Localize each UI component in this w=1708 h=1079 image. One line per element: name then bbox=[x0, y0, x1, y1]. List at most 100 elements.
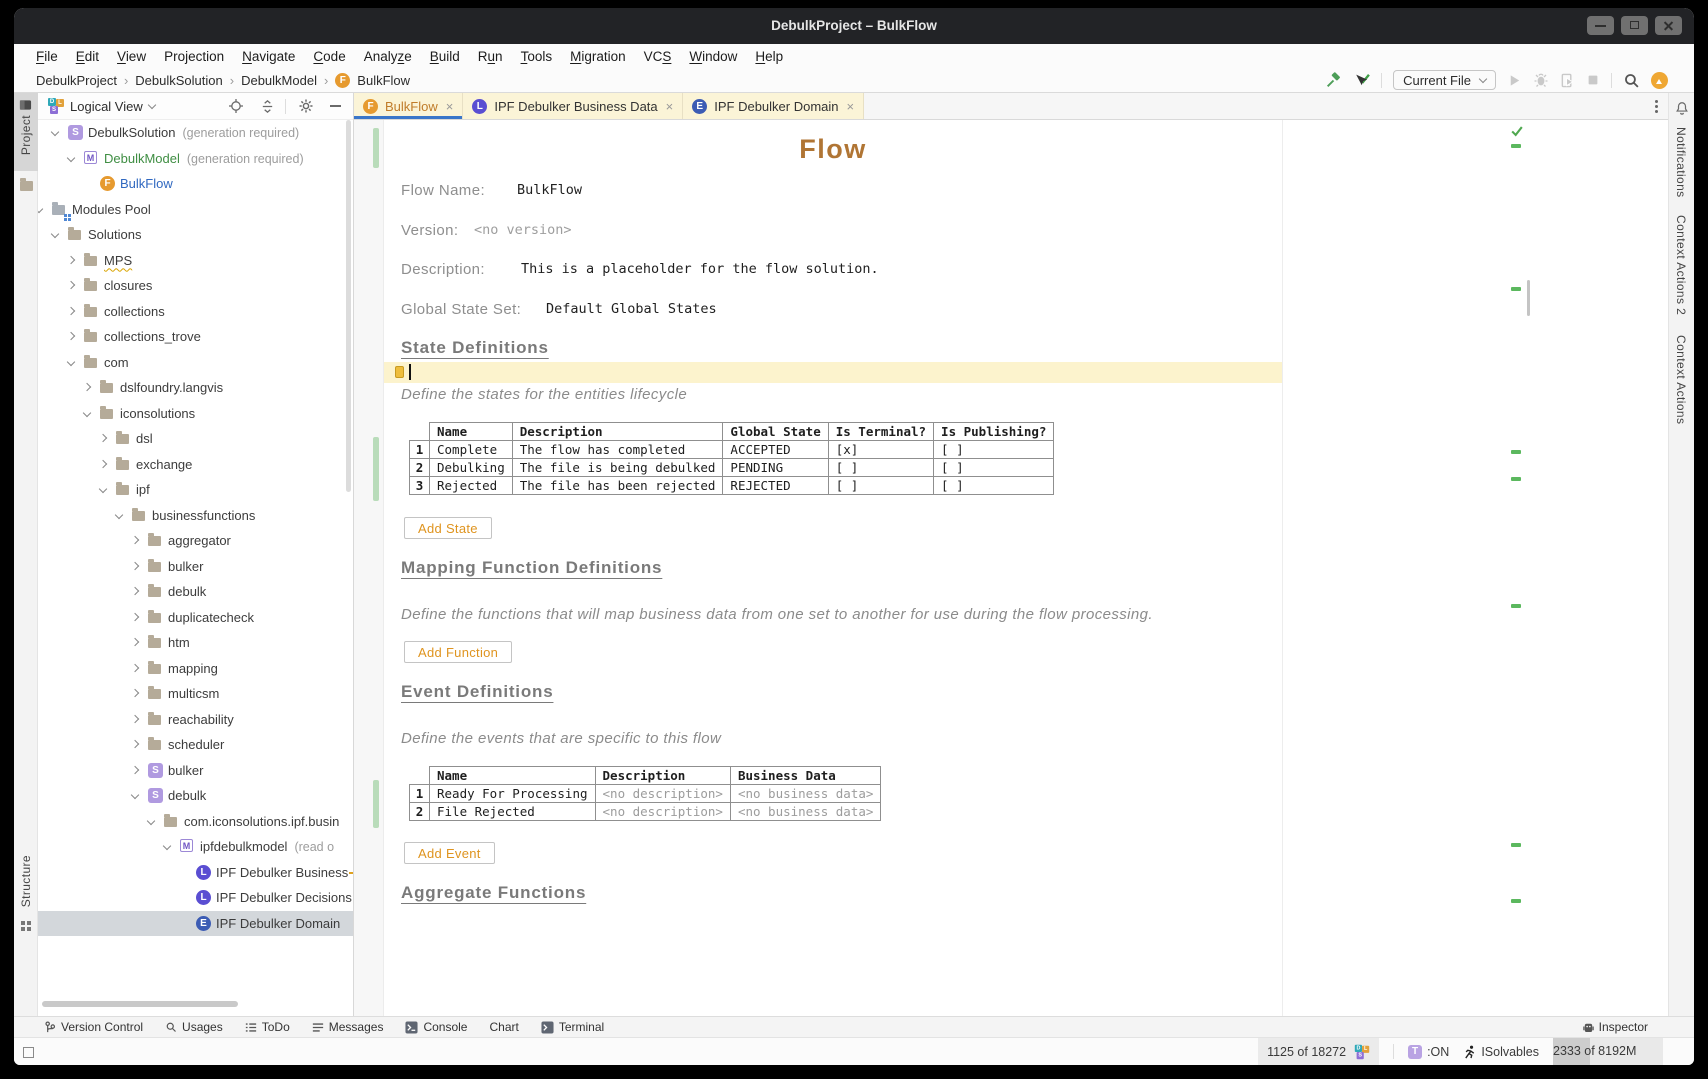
tree-item-debulk[interactable]: debulk bbox=[38, 579, 353, 605]
tree-item-businessfunctions[interactable]: businessfunctions bbox=[38, 503, 353, 529]
tree-item-mps[interactable]: MPS bbox=[38, 248, 353, 274]
stripe-mark[interactable] bbox=[1511, 477, 1521, 481]
chevron-right-icon[interactable] bbox=[131, 536, 139, 544]
cell[interactable]: Debulking bbox=[430, 459, 513, 477]
debug-icon[interactable] bbox=[1533, 72, 1549, 88]
tree-item-bulkflow[interactable]: FBulkFlow bbox=[38, 171, 353, 197]
chevron-right-icon[interactable] bbox=[67, 306, 75, 314]
close-icon[interactable]: × bbox=[666, 99, 674, 114]
stripe-mark[interactable] bbox=[1511, 450, 1521, 454]
chevron-right-icon[interactable] bbox=[67, 332, 75, 340]
hide-panel-icon[interactable] bbox=[330, 105, 341, 107]
chevron-right-icon[interactable] bbox=[67, 255, 75, 263]
chevron-down-icon[interactable] bbox=[51, 128, 59, 136]
tree-item-debulkmodel[interactable]: MDebulkModel(generation required) bbox=[38, 146, 353, 172]
structure-strip-label[interactable]: Structure bbox=[19, 855, 33, 907]
build-hammer-icon[interactable] bbox=[1325, 72, 1342, 89]
chevron-right-icon[interactable] bbox=[83, 383, 91, 391]
maximize-button[interactable] bbox=[1621, 16, 1648, 35]
project-strip-label[interactable]: Project bbox=[19, 115, 33, 155]
cell[interactable]: The file is being debulked bbox=[512, 459, 723, 477]
tab-ipf-debulker-domain[interactable]: EIPF Debulker Domain× bbox=[683, 93, 864, 119]
tree-item-mapping[interactable]: mapping bbox=[38, 656, 353, 682]
close-icon[interactable]: × bbox=[446, 99, 454, 114]
cell[interactable]: Complete bbox=[430, 441, 513, 459]
cell[interactable]: Rejected bbox=[430, 477, 513, 495]
menu-edit[interactable]: Edit bbox=[76, 49, 99, 64]
tree-item-aggregator[interactable]: aggregator bbox=[38, 528, 353, 554]
tree-item-ipf-debulker-domain[interactable]: EIPF Debulker Domain bbox=[38, 911, 353, 937]
bell-icon[interactable] bbox=[1675, 101, 1689, 115]
tree-item-htm[interactable]: htm bbox=[38, 630, 353, 656]
tree-item-debulksolution[interactable]: SDebulkSolution(generation required) bbox=[38, 120, 353, 146]
menu-view[interactable]: View bbox=[117, 49, 146, 64]
tree-item-iconsolutions[interactable]: iconsolutions bbox=[38, 401, 353, 427]
tree-item-closures[interactable]: closures bbox=[38, 273, 353, 299]
stop-icon[interactable] bbox=[1586, 73, 1600, 87]
chevron-down-icon[interactable] bbox=[131, 791, 139, 799]
memory-indicator[interactable]: 2333 of 8192M bbox=[1553, 1038, 1663, 1065]
breadcrumb-bulkflow[interactable]: BulkFlow bbox=[357, 73, 410, 88]
tree-item-modules-pool[interactable]: Modules Pool bbox=[38, 197, 353, 223]
menu-code[interactable]: Code bbox=[313, 49, 345, 64]
cell[interactable]: REJECTED bbox=[723, 477, 828, 495]
tool-button-inspector[interactable]: Inspector bbox=[1583, 1020, 1648, 1034]
run-configuration-select[interactable]: Current File bbox=[1393, 70, 1496, 90]
tree-item-dsl[interactable]: dsl bbox=[38, 426, 353, 452]
tree-item-collections[interactable]: collections bbox=[38, 299, 353, 325]
event-definitions-heading[interactable]: Event Definitions bbox=[401, 682, 553, 702]
tree-item-debulk[interactable]: Sdebulk bbox=[38, 783, 353, 809]
cell[interactable]: The flow has completed bbox=[512, 441, 723, 459]
close-button[interactable] bbox=[1655, 16, 1682, 35]
breadcrumb-debulkmodel[interactable]: DebulkModel bbox=[241, 73, 317, 88]
tree-item-ipf-debulker-decisions[interactable]: LIPF Debulker Decisions bbox=[38, 885, 353, 911]
tool-button-version-control[interactable]: Version Control bbox=[44, 1020, 143, 1034]
tree-vertical-scrollbar[interactable] bbox=[346, 120, 351, 492]
stripe-mark[interactable] bbox=[1511, 287, 1521, 291]
flow-title[interactable]: Flow bbox=[384, 134, 1282, 165]
tool-button-usages[interactable]: Usages bbox=[165, 1020, 223, 1034]
close-icon[interactable]: × bbox=[847, 99, 855, 114]
cell[interactable]: [ ] bbox=[828, 477, 933, 495]
cell[interactable]: [ ] bbox=[934, 441, 1054, 459]
chevron-right-icon[interactable] bbox=[67, 281, 75, 289]
menu-window[interactable]: Window bbox=[689, 49, 737, 64]
description-value[interactable]: This is a placeholder for the flow solut… bbox=[521, 261, 879, 277]
tab-bulkflow[interactable]: FBulkFlow× bbox=[354, 93, 463, 119]
tree-item-collections-trove[interactable]: collections_trove bbox=[38, 324, 353, 350]
chevron-down-icon[interactable] bbox=[67, 357, 75, 365]
tree-item-multicsm[interactable]: multicsm bbox=[38, 681, 353, 707]
chevron-down-icon[interactable] bbox=[163, 842, 171, 850]
folder-strip-icon[interactable] bbox=[20, 181, 33, 191]
chevron-right-icon[interactable] bbox=[131, 638, 139, 646]
menu-tools[interactable]: Tools bbox=[521, 49, 553, 64]
chevron-right-icon[interactable] bbox=[131, 612, 139, 620]
tree-item-duplicatecheck[interactable]: duplicatecheck bbox=[38, 605, 353, 631]
gear-icon[interactable] bbox=[298, 98, 314, 114]
toggle-widget[interactable]: T :ON bbox=[1408, 1045, 1449, 1059]
search-everywhere-icon[interactable] bbox=[1623, 72, 1640, 89]
view-mode-label[interactable]: Logical View bbox=[70, 99, 143, 114]
chevron-right-icon[interactable] bbox=[131, 765, 139, 773]
chevron-down-icon[interactable] bbox=[147, 816, 155, 824]
tool-button-project[interactable]: Project bbox=[14, 93, 38, 171]
tree-item-com-iconsolutions-ipf-busin[interactable]: com.iconsolutions.ipf.busin bbox=[38, 809, 353, 835]
background-tasks-icon[interactable] bbox=[23, 1047, 34, 1058]
version-value[interactable]: <no version> bbox=[474, 222, 572, 238]
tree-item-ipfdebulkmodel[interactable]: Mipfdebulkmodel(read o bbox=[38, 834, 353, 860]
solvables-widget[interactable]: ISolvables bbox=[1463, 1045, 1539, 1059]
tab-options-icon[interactable] bbox=[1655, 100, 1658, 103]
menu-build[interactable]: Build bbox=[430, 49, 460, 64]
collapse-all-icon[interactable] bbox=[260, 99, 275, 114]
chevron-right-icon[interactable] bbox=[99, 459, 107, 467]
caret-position-widget[interactable]: 1125 of 18272 DLS bbox=[1258, 1038, 1379, 1065]
tree-item-dslfoundry-langvis[interactable]: dslfoundry.langvis bbox=[38, 375, 353, 401]
cell[interactable]: <no description> bbox=[595, 785, 730, 803]
chevron-down-icon[interactable] bbox=[115, 510, 123, 518]
menu-projection[interactable]: Projection bbox=[164, 49, 224, 64]
cell[interactable]: PENDING bbox=[723, 459, 828, 477]
chevron-down-icon[interactable] bbox=[99, 485, 107, 493]
flow-name-value[interactable]: BulkFlow bbox=[517, 182, 582, 198]
cell[interactable]: [ ] bbox=[934, 459, 1054, 477]
tree-item-reachability[interactable]: reachability bbox=[38, 707, 353, 733]
